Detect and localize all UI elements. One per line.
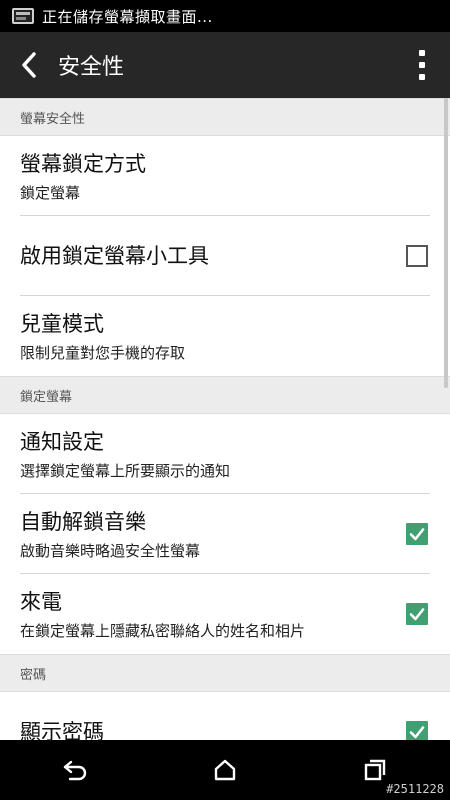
- back-button[interactable]: [0, 32, 58, 98]
- section-header-password: 密碼: [0, 654, 450, 692]
- item-summary: 啟動音樂時略過安全性螢幕: [20, 542, 201, 560]
- chevron-left-icon: [22, 52, 36, 78]
- show-password-item[interactable]: 顯示密碼: [0, 692, 450, 740]
- settings-list[interactable]: 螢幕安全性 螢幕鎖定方式 鎖定螢幕 啟用鎖定螢幕小工具 兒童模式 限制兒童對您手…: [0, 98, 450, 740]
- page-title: 安全性: [58, 55, 125, 80]
- menu-dot-icon: [419, 50, 425, 56]
- scrollbar[interactable]: [444, 98, 448, 388]
- item-summary: 鎖定螢幕: [20, 184, 81, 202]
- notification-settings-item[interactable]: 通知設定 選擇鎖定螢幕上所要顯示的通知: [0, 414, 450, 494]
- app-bar: 安全性: [0, 32, 450, 98]
- kid-mode-item[interactable]: 兒童模式 限制兒童對您手機的存取: [0, 296, 450, 376]
- item-title: 通知設定: [20, 430, 104, 454]
- screen-lock-method-item[interactable]: 螢幕鎖定方式 鎖定螢幕: [0, 136, 450, 216]
- section-header-lock-screen: 鎖定螢幕: [0, 376, 450, 414]
- back-arrow-icon: [63, 760, 87, 781]
- overflow-menu-button[interactable]: [414, 50, 430, 80]
- lock-screen-widgets-item[interactable]: 啟用鎖定螢幕小工具: [0, 216, 450, 296]
- check-icon: [409, 608, 425, 621]
- status-bar: 正在儲存螢幕擷取畫面...: [0, 0, 450, 32]
- watermark-id: #2511228: [386, 782, 444, 796]
- home-icon: [214, 759, 236, 781]
- item-title: 顯示密碼: [20, 720, 104, 740]
- incoming-call-checkbox[interactable]: [406, 603, 428, 625]
- item-title: 兒童模式: [20, 312, 104, 336]
- item-summary: 限制兒童對您手機的存取: [20, 344, 186, 362]
- check-icon: [409, 528, 425, 541]
- item-title: 來電: [20, 590, 62, 614]
- nav-back-button[interactable]: [45, 740, 105, 800]
- item-title: 螢幕鎖定方式: [20, 152, 146, 176]
- navigation-bar: #2511228: [0, 740, 450, 800]
- item-summary: 在鎖定螢幕上隱藏私密聯絡人的姓名和相片: [20, 622, 306, 640]
- menu-dot-icon: [419, 62, 425, 68]
- screenshot-notification-icon: [12, 8, 34, 24]
- item-title: 自動解鎖音樂: [20, 510, 146, 534]
- auto-unlock-music-item[interactable]: 自動解鎖音樂 啟動音樂時略過安全性螢幕: [0, 494, 450, 574]
- lock-screen-widgets-checkbox[interactable]: [406, 245, 428, 267]
- status-notification-text: 正在儲存螢幕擷取畫面...: [42, 7, 213, 26]
- nav-home-button[interactable]: [195, 740, 255, 800]
- item-title: 啟用鎖定螢幕小工具: [20, 244, 209, 268]
- recent-apps-icon: [364, 759, 386, 781]
- item-summary: 選擇鎖定螢幕上所要顯示的通知: [20, 462, 231, 480]
- auto-unlock-music-checkbox[interactable]: [406, 523, 428, 545]
- show-password-checkbox[interactable]: [406, 721, 428, 740]
- section-header-screen-security: 螢幕安全性: [0, 98, 450, 136]
- check-icon: [409, 726, 425, 739]
- menu-dot-icon: [419, 74, 425, 80]
- incoming-call-item[interactable]: 來電 在鎖定螢幕上隱藏私密聯絡人的姓名和相片: [0, 574, 450, 654]
